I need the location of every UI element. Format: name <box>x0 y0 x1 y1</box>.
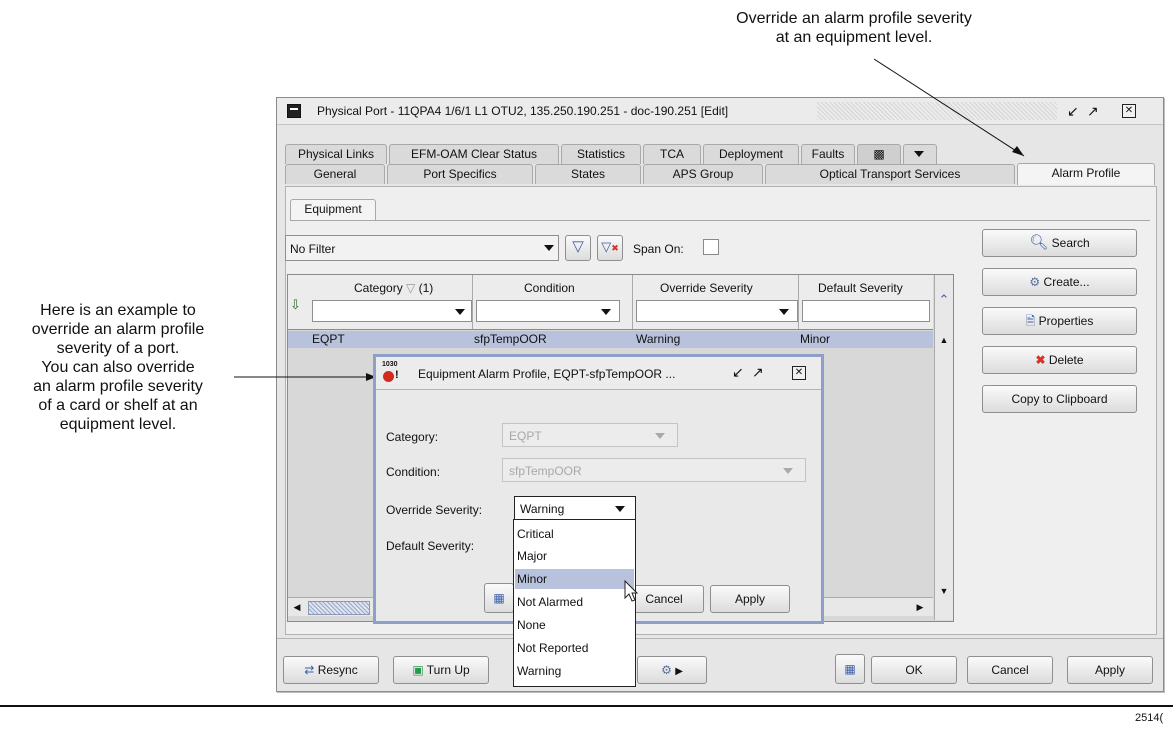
undock-icon[interactable]: ↙ <box>732 364 744 381</box>
mouse-cursor-icon <box>624 580 639 602</box>
category-label: Category: <box>386 430 439 444</box>
chevron-down-icon <box>783 468 793 474</box>
option-not-alarmed[interactable]: Not Alarmed <box>515 592 634 612</box>
dialog-title: Equipment Alarm Profile, EQPT-sfpTempOOR… <box>418 367 676 381</box>
option-critical[interactable]: Critical <box>515 524 634 544</box>
chevron-down-icon <box>615 506 625 512</box>
alarm-icon-code: 1030 <box>382 361 398 368</box>
dialog-apply-button[interactable]: Apply <box>710 585 790 613</box>
close-icon[interactable]: ✕ <box>792 366 806 380</box>
override-severity-value: Warning <box>520 502 565 516</box>
override-severity-label: Override Severity: <box>386 503 483 517</box>
chevron-down-icon <box>655 433 665 439</box>
option-minor[interactable]: Minor <box>515 569 634 589</box>
severity-dropdown-list: Critical Major Minor Not Alarmed None No… <box>513 519 636 687</box>
override-severity-combo[interactable]: Warning <box>514 496 636 520</box>
dialog-binoculars-button[interactable]: ▦ <box>484 583 514 613</box>
alarm-icon: 1030 ! <box>382 361 399 382</box>
category-value: EQPT <box>509 429 542 443</box>
option-major[interactable]: Major <box>515 546 634 566</box>
category-combo: EQPT <box>502 423 678 447</box>
option-warning[interactable]: Warning <box>515 661 634 681</box>
condition-combo: sfpTempOOR <box>502 458 806 482</box>
maximize-icon[interactable]: ↗ <box>752 364 764 381</box>
dialog-titlebar: 1030 ! Equipment Alarm Profile, EQPT-sfp… <box>376 357 821 390</box>
condition-label: Condition: <box>386 465 441 479</box>
default-severity-label: Default Severity: <box>386 539 475 553</box>
option-not-reported[interactable]: Not Reported <box>515 638 634 658</box>
binoculars-icon: ▦ <box>493 591 505 605</box>
option-none[interactable]: None <box>515 615 634 635</box>
condition-value: sfpTempOOR <box>509 464 582 478</box>
